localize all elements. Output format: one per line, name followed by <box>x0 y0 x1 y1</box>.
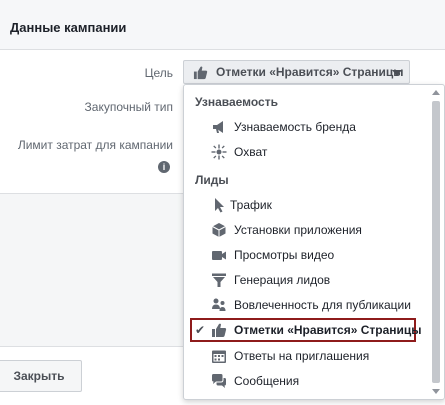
goal-dropdown-menu: Узнаваемость Узнаваемость бренда Охват Л… <box>183 84 445 400</box>
option-event-responses[interactable]: Ответы на приглашения <box>184 344 426 368</box>
option-post-engagement[interactable]: Вовлеченность для публикации <box>184 293 426 317</box>
option-label: Узнаваемость бренда <box>234 120 356 134</box>
option-page-likes[interactable]: ✔ Отметки «Нравится» Страницы <box>190 318 422 342</box>
chevron-down-icon <box>392 70 402 76</box>
option-label: Вовлеченность для публикации <box>234 298 411 312</box>
dropdown-scrollbar[interactable] <box>430 87 442 397</box>
funnel-icon <box>211 272 227 288</box>
scrollbar-thumb[interactable] <box>432 101 440 383</box>
megaphone-icon <box>211 119 227 135</box>
close-button[interactable]: Закрыть <box>0 360 82 392</box>
option-messages[interactable]: Сообщения <box>184 369 426 393</box>
bid-type-label: Закупочный тип <box>84 100 173 114</box>
option-label: Сообщения <box>234 374 300 388</box>
option-label: Отметки «Нравится» Страницы <box>234 323 422 337</box>
cursor-icon <box>211 197 227 213</box>
people-icon <box>211 297 227 313</box>
goal-label: Цель <box>144 66 173 80</box>
option-label: Установки приложения <box>234 223 362 237</box>
section-header-leads: Лиды <box>195 173 229 187</box>
panel-title: Данные кампании <box>10 20 127 35</box>
option-reach[interactable]: Охват <box>184 140 426 164</box>
option-app-installs[interactable]: Установки приложения <box>184 218 426 242</box>
option-brand-awareness[interactable]: Узнаваемость бренда <box>184 115 426 139</box>
app-cube-icon <box>211 222 227 238</box>
goal-select-value: Отметки «Нравится» Страницы <box>216 65 404 79</box>
chat-bubbles-icon <box>211 373 227 389</box>
reach-burst-icon <box>211 144 227 160</box>
option-label: Ответы на приглашения <box>234 349 370 363</box>
checkmark-icon: ✔ <box>195 323 206 337</box>
video-camera-icon <box>211 247 227 263</box>
info-icon[interactable]: i <box>158 161 170 173</box>
option-label: Просмотры видео <box>234 248 335 262</box>
scroll-down-arrow-icon[interactable] <box>432 389 440 394</box>
option-label: Охват <box>234 145 268 159</box>
panel-header: Данные кампании <box>0 0 445 50</box>
option-traffic[interactable]: Трафик <box>184 193 426 217</box>
scroll-up-arrow-icon[interactable] <box>432 90 440 95</box>
section-header-awareness: Узнаваемость <box>195 95 278 109</box>
option-lead-generation[interactable]: Генерация лидов <box>184 268 426 292</box>
calendar-icon <box>211 348 227 364</box>
thumbs-up-icon <box>211 322 227 338</box>
option-label: Трафик <box>230 198 272 212</box>
thumbs-up-icon <box>193 66 208 79</box>
option-label: Генерация лидов <box>234 273 331 287</box>
option-video-views[interactable]: Просмотры видео <box>184 243 426 267</box>
campaign-settings-page: Данные кампании Цель Закупочный тип Лими… <box>0 0 445 405</box>
spend-limit-label: Лимит затрат для кампании <box>17 138 173 152</box>
goal-select[interactable]: Отметки «Нравится» Страницы <box>183 60 410 84</box>
